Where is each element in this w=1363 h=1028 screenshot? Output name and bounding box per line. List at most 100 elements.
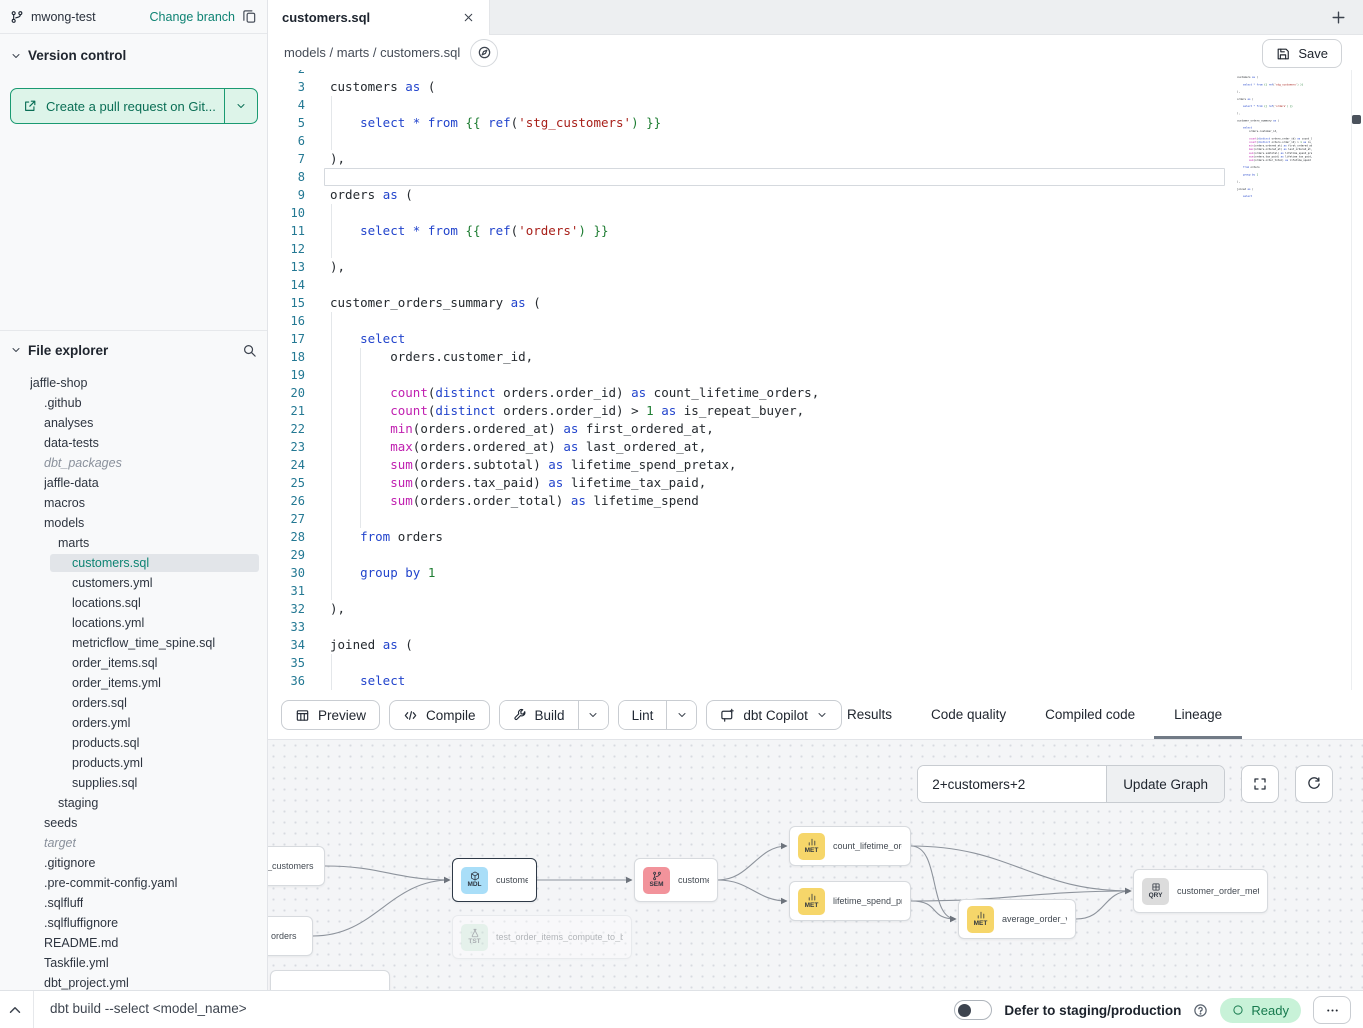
tree-item-jaffle-shop[interactable]: jaffle-shop bbox=[0, 373, 267, 393]
tree-item--gitignore[interactable]: .gitignore bbox=[0, 853, 267, 873]
fullscreen-button[interactable] bbox=[1241, 765, 1279, 803]
code-line-23[interactable]: 23 max(orders.ordered_at) as last_ordere… bbox=[268, 438, 1363, 456]
code-line-12[interactable]: 12 bbox=[268, 240, 1363, 258]
code-line-22[interactable]: 22 min(orders.ordered_at) as first_order… bbox=[268, 420, 1363, 438]
search-icon[interactable] bbox=[242, 343, 257, 358]
panel-tab-results[interactable]: Results bbox=[844, 690, 895, 739]
lineage-node-lifetime-spend-pretax[interactable]: METlifetime_spend_pretax bbox=[789, 881, 911, 921]
defer-toggle[interactable] bbox=[954, 1000, 992, 1020]
tree-item-taskfile-yml[interactable]: Taskfile.yml bbox=[0, 953, 267, 973]
tree-item-locations-sql[interactable]: locations.sql bbox=[0, 593, 267, 613]
tree-item-supplies-sql[interactable]: supplies.sql bbox=[0, 773, 267, 793]
lint-button[interactable]: Lint bbox=[619, 701, 667, 729]
code-line-29[interactable]: 29 bbox=[268, 546, 1363, 564]
tree-item-jaffle-data[interactable]: jaffle-data bbox=[0, 473, 267, 493]
code-line-10[interactable]: 10 bbox=[268, 204, 1363, 222]
code-line-36[interactable]: 36 select bbox=[1232, 194, 1312, 198]
code-line-30[interactable]: 30 group by 1 bbox=[268, 564, 1363, 582]
lineage-node-partial-node[interactable] bbox=[270, 970, 390, 990]
expand-command-bar-button[interactable] bbox=[6, 1001, 24, 1019]
code-line-17[interactable]: 17 select bbox=[268, 330, 1363, 348]
status-badge[interactable]: Ready bbox=[1220, 998, 1301, 1023]
code-line-36[interactable]: 36 select bbox=[268, 672, 1363, 690]
code-line-9[interactable]: 9orders as ( bbox=[268, 186, 1363, 204]
lineage-node-orders[interactable]: orders bbox=[268, 916, 313, 956]
copy-icon[interactable] bbox=[242, 9, 257, 24]
tree-item-orders-sql[interactable]: orders.sql bbox=[0, 693, 267, 713]
lineage-node-test-order-items[interactable]: TSTtest_order_items_compute_to_bools... bbox=[452, 915, 632, 959]
lineage-node-customer-order-metrics[interactable]: QRYcustomer_order_metrics bbox=[1133, 869, 1268, 913]
tree-item--sqlfluffignore[interactable]: .sqlfluffignore bbox=[0, 913, 267, 933]
build-dropdown[interactable] bbox=[578, 701, 608, 729]
code-line-28[interactable]: 28 from orders bbox=[268, 528, 1363, 546]
code-line-33[interactable]: 33 bbox=[268, 618, 1363, 636]
compile-button[interactable]: Compile bbox=[389, 700, 490, 730]
code-line-7[interactable]: 7), bbox=[268, 150, 1363, 168]
version-control-header[interactable]: Version control bbox=[10, 48, 126, 63]
tree-item-target[interactable]: target bbox=[0, 833, 267, 853]
tree-item--sqlfluff[interactable]: .sqlfluff bbox=[0, 893, 267, 913]
code-line-26[interactable]: 26 sum(orders.order_total) as lifetime_s… bbox=[268, 492, 1363, 510]
lineage-selector-input[interactable] bbox=[918, 766, 1106, 802]
change-branch-link[interactable]: Change branch bbox=[150, 10, 235, 24]
new-tab-button[interactable] bbox=[1330, 9, 1347, 26]
code-line-15[interactable]: 15customer_orders_summary as ( bbox=[268, 294, 1363, 312]
tree-item-customers-sql[interactable]: customers.sql bbox=[0, 553, 267, 573]
preview-button[interactable]: Preview bbox=[281, 700, 380, 730]
code-line-11[interactable]: 11 select * from {{ ref('orders') }} bbox=[268, 222, 1363, 240]
code-line-2[interactable]: 2 bbox=[268, 70, 1363, 78]
refresh-button[interactable] bbox=[1295, 765, 1333, 803]
code-line-24[interactable]: 24 sum(orders.subtotal) as lifetime_spen… bbox=[268, 456, 1363, 474]
code-line-8[interactable]: 8 bbox=[268, 168, 1363, 186]
tree-item-staging[interactable]: staging bbox=[0, 793, 267, 813]
minimap[interactable]: 23customers as (45 select * from {{ ref(… bbox=[1232, 72, 1312, 282]
code-line-32[interactable]: 32), bbox=[268, 600, 1363, 618]
tab-customers-sql[interactable]: customers.sql bbox=[268, 0, 490, 35]
code-line-31[interactable]: 31 bbox=[268, 582, 1363, 600]
lineage-node-customers-mdl[interactable]: MDLcustomers bbox=[452, 858, 537, 902]
copilot-compass-button[interactable] bbox=[470, 39, 498, 67]
update-graph-button[interactable]: Update Graph bbox=[1106, 766, 1224, 802]
code-line-14[interactable]: 14 bbox=[268, 276, 1363, 294]
tree-item-products-sql[interactable]: products.sql bbox=[0, 733, 267, 753]
lineage-node-count-lifetime-orders[interactable]: METcount_lifetime_orders bbox=[789, 826, 911, 866]
lineage-panel[interactable]: stg_customersordersMDLcustomersTSTtest_o… bbox=[268, 740, 1363, 990]
panel-tab-compiled-code[interactable]: Compiled code bbox=[1042, 690, 1138, 739]
tree-item-order-items-sql[interactable]: order_items.sql bbox=[0, 653, 267, 673]
panel-tab-code-quality[interactable]: Code quality bbox=[928, 690, 1009, 739]
close-icon[interactable] bbox=[462, 11, 475, 24]
tree-item-orders-yml[interactable]: orders.yml bbox=[0, 713, 267, 733]
code-line-18[interactable]: 18 orders.customer_id, bbox=[268, 348, 1363, 366]
code-line-25[interactable]: 25 sum(orders.tax_paid) as lifetime_tax_… bbox=[268, 474, 1363, 492]
panel-tab-lineage[interactable]: Lineage bbox=[1171, 690, 1225, 739]
lineage-node-average-order-value[interactable]: METaverage_order_value bbox=[958, 899, 1076, 939]
tree-item--pre-commit-config-yaml[interactable]: .pre-commit-config.yaml bbox=[0, 873, 267, 893]
code-line-20[interactable]: 20 count(distinct orders.order_id) as co… bbox=[268, 384, 1363, 402]
file-explorer-header[interactable]: File explorer bbox=[0, 335, 267, 365]
tree-item-seeds[interactable]: seeds bbox=[0, 813, 267, 833]
lint-dropdown[interactable] bbox=[666, 701, 696, 729]
command-input[interactable]: dbt build --select <model_name> bbox=[50, 1001, 247, 1016]
code-editor[interactable]: 23customers as (45 select * from {{ ref(… bbox=[268, 70, 1363, 690]
tree-item-locations-yml[interactable]: locations.yml bbox=[0, 613, 267, 633]
tree-item-macros[interactable]: macros bbox=[0, 493, 267, 513]
lineage-node-customers-sem[interactable]: SEMcustomers bbox=[634, 858, 718, 902]
dbt-copilot-button[interactable]: dbt Copilot bbox=[706, 700, 842, 730]
tree-item-data-tests[interactable]: data-tests bbox=[0, 433, 267, 453]
code-line-34[interactable]: 34joined as ( bbox=[268, 636, 1363, 654]
tree-item-analyses[interactable]: analyses bbox=[0, 413, 267, 433]
code-line-4[interactable]: 4 bbox=[268, 96, 1363, 114]
save-button[interactable]: Save bbox=[1262, 39, 1342, 68]
tree-item-dbt-packages[interactable]: dbt_packages bbox=[0, 453, 267, 473]
tree-item-readme-md[interactable]: README.md bbox=[0, 933, 267, 953]
code-line-13[interactable]: 13), bbox=[268, 258, 1363, 276]
code-line-6[interactable]: 6 bbox=[268, 132, 1363, 150]
code-line-5[interactable]: 5 select * from {{ ref('stg_customers') … bbox=[268, 114, 1363, 132]
tree-item-products-yml[interactable]: products.yml bbox=[0, 753, 267, 773]
code-line-19[interactable]: 19 bbox=[268, 366, 1363, 384]
tree-item-dbt-project-yml[interactable]: dbt_project.yml bbox=[0, 973, 267, 990]
more-options-button[interactable] bbox=[1313, 996, 1351, 1024]
code-line-27[interactable]: 27 bbox=[268, 510, 1363, 528]
tree-item-metricflow-time-spine-sql[interactable]: metricflow_time_spine.sql bbox=[0, 633, 267, 653]
editor-scrollbar[interactable] bbox=[1351, 70, 1363, 690]
